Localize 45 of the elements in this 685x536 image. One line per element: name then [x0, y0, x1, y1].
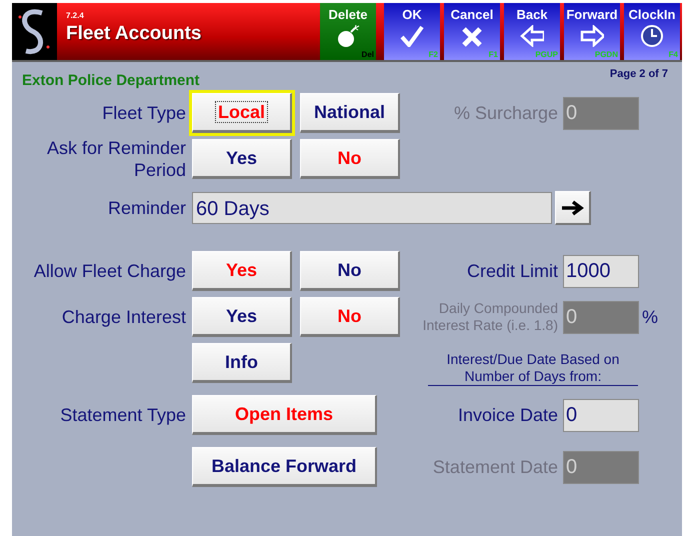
left-arrow-icon: [520, 25, 544, 47]
field-label: Reminder: [108, 198, 186, 218]
field-label: Charge Interest: [62, 307, 186, 327]
field-label: Fleet Type: [102, 103, 186, 123]
right-arrow-icon: [580, 25, 604, 47]
field-label: Invoice Date: [456, 404, 559, 426]
option-button[interactable]: Yes: [192, 297, 292, 337]
option-button[interactable]: Balance Forward: [192, 447, 377, 487]
toolbar-button[interactable]: Delete Del: [320, 3, 376, 60]
field-label: Credit Limit: [466, 260, 559, 282]
version-label: 7.2.4: [66, 11, 85, 20]
toolbar-button[interactable]: OK F2: [384, 3, 440, 60]
section-note: Interest/Due Date Based on Number of Days from:: [428, 350, 638, 386]
input-field[interactable]: 0: [563, 398, 639, 432]
window-title: Fleet Accounts: [66, 23, 202, 45]
option-button[interactable]: No: [300, 139, 400, 179]
option-button[interactable]: Open Items: [192, 395, 377, 435]
option-button[interactable]: Yes: [192, 139, 292, 179]
cross-icon: [460, 25, 484, 47]
check-icon: [400, 25, 424, 47]
toolbar-button[interactable]: Forward PGDN: [564, 3, 620, 60]
page-indicator: Page 2 of 7: [610, 68, 668, 82]
option-button[interactable]: Info: [192, 343, 292, 383]
field-label: Statement Date: [432, 456, 559, 478]
field-label: Daily Compounded Interest Rate (i.e. 1.8): [422, 300, 559, 334]
unit-label: %: [642, 306, 658, 326]
input-field[interactable]: 1000: [563, 254, 639, 288]
toolbar-button[interactable]: Back PGUP: [504, 3, 560, 60]
organization-name: Exton Police Department: [22, 72, 200, 90]
clock-icon: [640, 25, 664, 47]
option-button[interactable]: No: [300, 297, 400, 337]
toolbar-button[interactable]: ClockIn F4: [624, 3, 680, 60]
option-button[interactable]: No: [300, 251, 400, 291]
option-button[interactable]: Yes: [192, 251, 292, 291]
field-label: % Surcharge: [452, 102, 559, 124]
arrow-button[interactable]: [555, 191, 591, 225]
toolbar-button[interactable]: Cancel F1: [444, 3, 500, 60]
right-arrow-icon: [560, 200, 584, 216]
field-label: Statement Type: [60, 405, 186, 425]
field-label: Ask for Reminder Period: [46, 138, 186, 180]
field-label: Allow Fleet Charge: [34, 261, 186, 281]
dropdown-field[interactable]: 60 Days: [192, 192, 552, 224]
option-button[interactable]: National: [300, 93, 400, 133]
logo-icon: [12, 3, 57, 60]
bomb-icon: [336, 25, 360, 47]
